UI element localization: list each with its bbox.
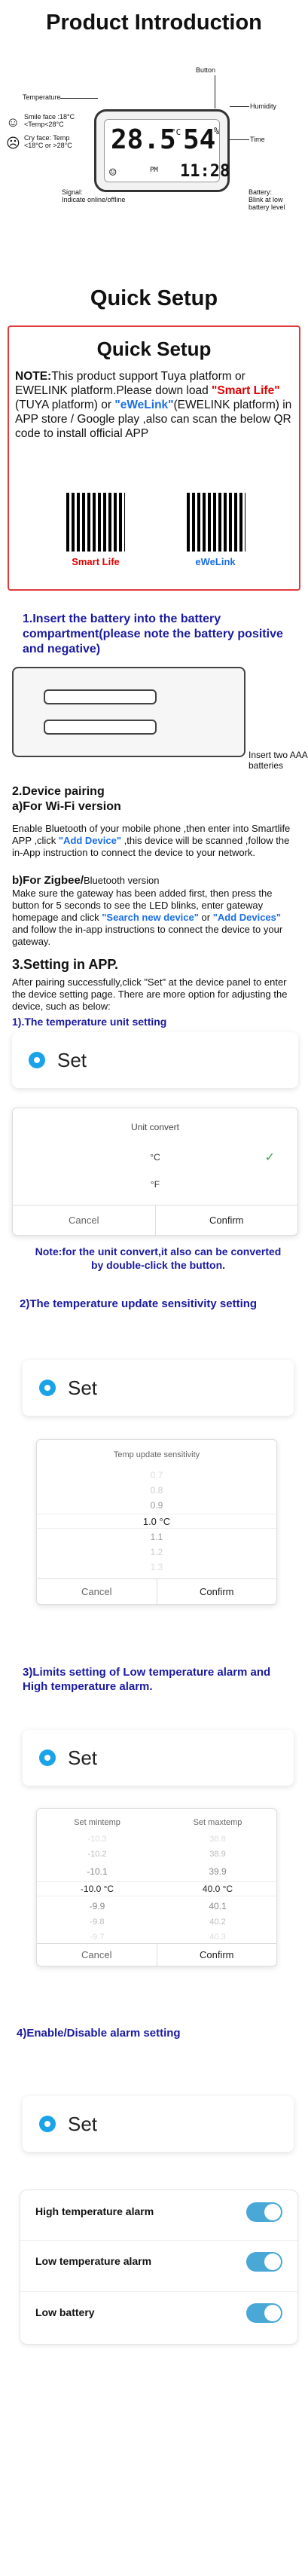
- smile-icon: ☺: [6, 115, 20, 130]
- step2-text-a: Enable Bluetooth of your mobile phone ,t…: [12, 823, 291, 858]
- signal-label: Signal: Indicate online/offline: [62, 188, 126, 203]
- temperature-label: Temperature: [23, 93, 61, 101]
- unit-option-c[interactable]: °C: [13, 1152, 297, 1163]
- lcd-humidity: 54: [183, 124, 216, 155]
- low-battery-toggle[interactable]: [246, 2303, 282, 2323]
- sensitivity-selected[interactable]: 1.0 °C: [37, 1516, 276, 1527]
- cry-face-label: Cry face: Temp <18°C or >28°C: [24, 134, 72, 149]
- quick-setup-box: Quick Setup NOTE:This product support Tu…: [8, 325, 300, 591]
- battery-label: Battery: Blink at low battery level: [249, 188, 285, 211]
- high-temp-toggle[interactable]: [246, 2202, 282, 2222]
- step2-title: 2.Device pairing: [12, 785, 105, 798]
- min-temp-selected[interactable]: -10.0 °C: [37, 1884, 157, 1894]
- lcd-time: 11:28: [180, 162, 230, 181]
- quick-setup-title: Quick Setup: [90, 286, 218, 310]
- unit-convert-dialog: Unit convert °C ✓ °F Cancel Confirm: [12, 1108, 298, 1236]
- cry-icon: ☹: [6, 136, 20, 151]
- limit-dialog: Set mintemp Set maxtemp -10.3 -10.2 -10.…: [36, 1808, 277, 1966]
- alarm-label-battery: Low battery: [35, 2306, 95, 2318]
- smart-life-qr-code: [66, 493, 125, 552]
- step3-text: After pairing successfully,click "Set" a…: [12, 976, 288, 1012]
- set-row-3[interactable]: Set: [23, 1730, 294, 1786]
- step2-sub-b: b)For Zigbee/Bluetooth version: [12, 874, 160, 887]
- confirm-button[interactable]: Confirm: [156, 1944, 277, 1966]
- s4-title: 4)Enable/Disable alarm setting: [17, 2027, 181, 2040]
- step3-title: 3.Setting in APP.: [12, 957, 119, 972]
- smart-life-label: Smart Life: [72, 556, 120, 567]
- unit-option-f[interactable]: °F: [13, 1179, 297, 1190]
- step1-title: 1.Insert the battery into the battery co…: [23, 613, 283, 655]
- s2-title: 2)The temperature update sensitivity set…: [20, 1297, 258, 1310]
- ewelink-label: eWeLink: [195, 556, 236, 567]
- alarm-label-high: High temperature alarm: [35, 2205, 154, 2217]
- set-row-1[interactable]: Set: [12, 1032, 298, 1088]
- max-temp-selected[interactable]: 40.0 °C: [157, 1884, 278, 1894]
- time-label: Time: [250, 136, 265, 143]
- unit-note: Note:for the unit convert,it also can be…: [35, 1245, 282, 1271]
- quick-setup-box-title: Quick Setup: [96, 338, 212, 360]
- alarm-label-low: Low temperature alarm: [35, 2255, 152, 2267]
- ewelink-qr-code: [187, 493, 245, 552]
- step2-sub-a: a)For Wi-Fi version: [12, 800, 121, 813]
- smile-face-label: Smile face :18°C <Temp<28°C: [24, 113, 75, 128]
- humidity-label: Humidity: [250, 102, 277, 110]
- low-temp-toggle[interactable]: [246, 2252, 282, 2272]
- gear-icon: [39, 1749, 56, 1766]
- cancel-button[interactable]: Cancel: [13, 1205, 155, 1235]
- device-illustration: 28.5 °C 54 % ☺ PM 11:28: [94, 109, 230, 192]
- set-row-4[interactable]: Set: [23, 2096, 294, 2152]
- step1-note: Insert two AAA batteries: [249, 750, 308, 771]
- confirm-button[interactable]: Confirm: [154, 1205, 298, 1235]
- battery-compartment-illustration: [12, 667, 245, 757]
- sensitivity-dialog: Temp update sensitivity 0.7 0.8 0.9 1.0 …: [36, 1439, 277, 1605]
- smile-face-icon: ☺: [109, 165, 117, 179]
- s3-title: 3)Limits setting of Low temperature alar…: [23, 1666, 271, 1693]
- gear-icon: [29, 1052, 45, 1068]
- button-label: Button: [196, 66, 216, 74]
- set-row-2[interactable]: Set: [23, 1360, 294, 1416]
- check-icon: ✓: [264, 1151, 275, 1164]
- gear-icon: [39, 2116, 56, 2132]
- cancel-button[interactable]: Cancel: [37, 1944, 157, 1966]
- step2-text-b: Make sure the gateway has been added fir…: [12, 888, 283, 947]
- alarm-settings-card: High temperature alarm Low temperature a…: [20, 2189, 298, 2345]
- confirm-button[interactable]: Confirm: [156, 1579, 277, 1604]
- s1-title: 1).The temperature unit setting: [12, 1016, 167, 1028]
- gear-icon: [39, 1380, 56, 1396]
- quick-setup-note: NOTE:This product support Tuya platform …: [15, 370, 292, 440]
- cancel-button[interactable]: Cancel: [37, 1579, 157, 1604]
- lcd-temperature: 28.5: [111, 124, 176, 155]
- page-title: Product Introduction: [46, 11, 262, 35]
